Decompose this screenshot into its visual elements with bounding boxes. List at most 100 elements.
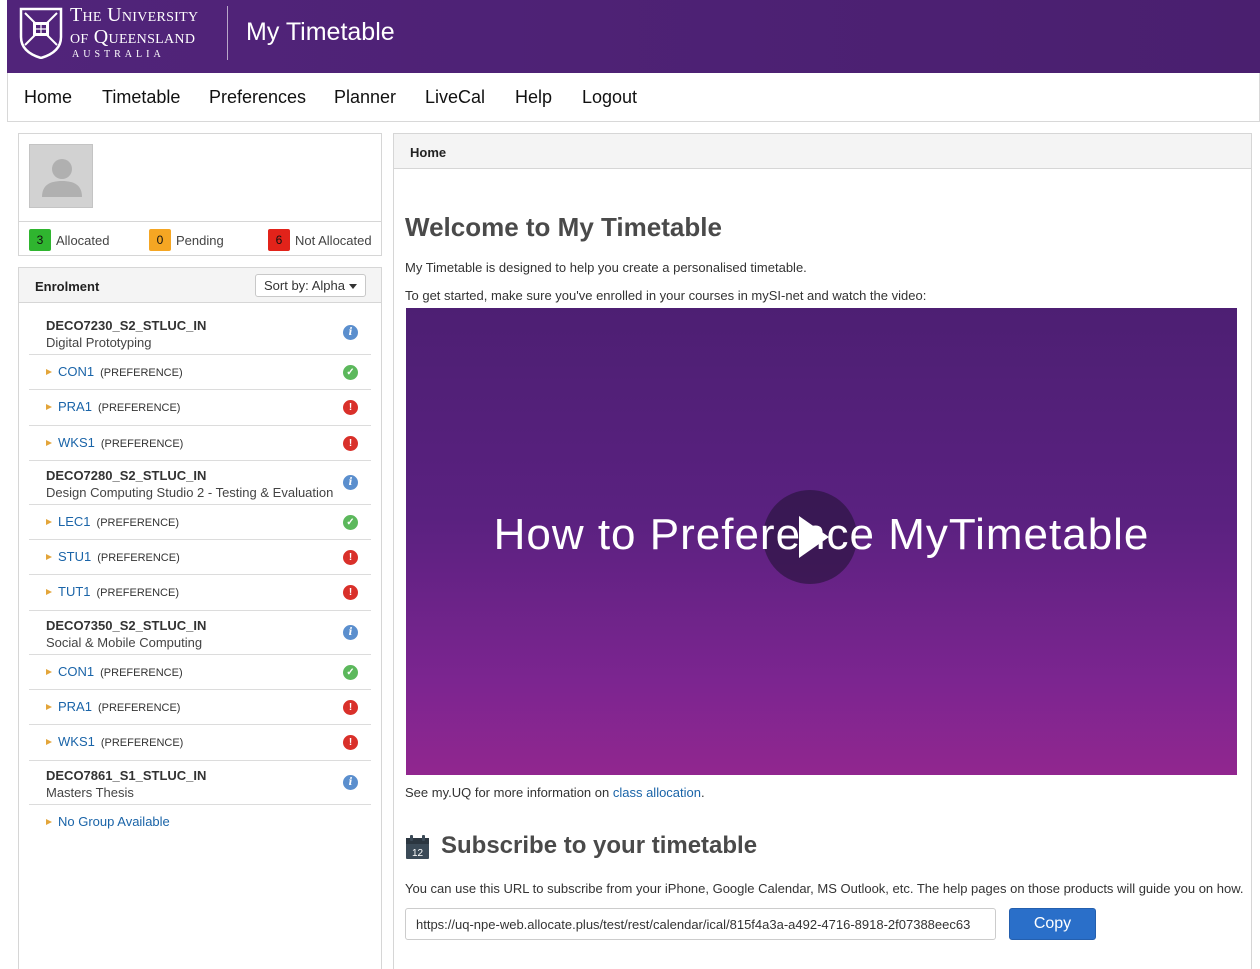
sort-label: Sort by: Alpha <box>264 278 345 293</box>
university-wordmark: The University of Queensland AUSTRALIA <box>70 4 198 60</box>
intro-text-1: My Timetable is designed to help you cre… <box>405 260 807 275</box>
breadcrumb: Home <box>394 134 1251 169</box>
intro-text-2: To get started, make sure you've enrolle… <box>405 288 927 303</box>
class-allocation-link[interactable]: class allocation <box>613 785 701 800</box>
sort-dropdown[interactable]: Sort by: Alpha <box>255 274 366 297</box>
university-crest-icon <box>19 7 63 59</box>
expand-arrow-icon <box>46 668 52 675</box>
stat-allocated[interactable]: 3 Allocated <box>29 229 109 251</box>
group-tag: (PREFERENCE) <box>97 702 181 715</box>
no-group-row[interactable]: No Group Available <box>29 805 371 839</box>
enrolment-header: Enrolment Sort by: Alpha <box>19 268 381 303</box>
course-code: DECO7280_S2_STLUC_IN <box>46 467 207 483</box>
course-row[interactable]: DECO7861_S1_STLUC_IN Masters Thesis i <box>29 761 371 805</box>
group-code: PRA1 <box>58 699 92 715</box>
course-row[interactable]: DECO7280_S2_STLUC_IN Design Computing St… <box>29 461 371 505</box>
group-tag: (PREFERENCE) <box>97 402 181 415</box>
calendar-icon: 12 <box>406 835 429 859</box>
university-name-line1: The University <box>70 4 199 26</box>
not-allocated-label: Not Allocated <box>295 232 372 248</box>
group-row[interactable]: STU1 (PREFERENCE) ! <box>29 540 371 576</box>
expand-arrow-icon <box>46 518 52 525</box>
allocated-count-badge: 3 <box>29 229 51 251</box>
header-divider <box>227 6 228 60</box>
group-row[interactable]: PRA1 (PREFERENCE) ! <box>29 690 371 726</box>
subscribe-url-input[interactable] <box>405 908 996 940</box>
see-more-suffix: . <box>701 785 705 800</box>
group-code: CON1 <box>58 663 95 679</box>
course-name: Masters Thesis <box>46 784 134 800</box>
enrolment-title: Enrolment <box>35 279 100 294</box>
enrolment-list: DECO7230_S2_STLUC_IN Digital Prototyping… <box>29 311 371 839</box>
group-code: LEC1 <box>58 513 91 529</box>
group-row[interactable]: TUT1 (PREFERENCE) ! <box>29 575 371 611</box>
breadcrumb-home: Home <box>410 145 447 160</box>
see-more-prefix: See my.UQ for more information on <box>405 785 613 800</box>
stat-pending[interactable]: 0 Pending <box>149 229 224 251</box>
university-country: AUSTRALIA <box>72 49 165 60</box>
app-header: The University of Queensland AUSTRALIA M… <box>7 0 1260 73</box>
course-row[interactable]: DECO7230_S2_STLUC_IN Digital Prototyping… <box>29 311 371 355</box>
group-code: STU1 <box>58 549 92 565</box>
group-tag: (PREFERENCE) <box>100 666 183 679</box>
tutorial-video[interactable]: How to Preference MyTimetable <box>406 308 1237 775</box>
group-row[interactable]: WKS1 (PREFERENCE) ! <box>29 426 371 461</box>
caret-down-icon <box>348 284 357 290</box>
nav-item-home[interactable]: Home <box>24 87 72 108</box>
copy-button[interactable]: Copy <box>1009 908 1096 940</box>
nav-item-timetable[interactable]: Timetable <box>102 87 180 108</box>
app-title: My Timetable <box>246 18 395 46</box>
pending-count-badge: 0 <box>149 229 171 251</box>
group-row[interactable]: PRA1 (PREFERENCE) ! <box>29 390 371 426</box>
nav-item-planner[interactable]: Planner <box>334 87 396 108</box>
group-tag: (PREFERENCE) <box>100 437 184 450</box>
expand-arrow-icon <box>46 554 52 561</box>
expand-arrow-icon <box>46 404 52 411</box>
avatar <box>29 144 93 208</box>
info-icon[interactable]: i <box>343 325 358 340</box>
group-row[interactable]: CON1 (PREFERENCE) ✓ <box>29 655 371 691</box>
group-code: PRA1 <box>58 399 92 415</box>
group-code: WKS1 <box>58 434 95 450</box>
info-icon[interactable]: i <box>343 624 358 640</box>
profile-summary: 3 Allocated 0 Pending 6 Not Allocated <box>18 133 382 256</box>
subscribe-title: Subscribe to your timetable <box>441 832 758 859</box>
group-tag: (PREFERENCE) <box>96 587 180 600</box>
group-row[interactable]: WKS1 (PREFERENCE) ! <box>29 725 371 761</box>
course-name: Social & Mobile Computing <box>46 634 203 650</box>
expand-arrow-icon <box>46 589 52 596</box>
group-tag: (PREFERENCE) <box>96 516 180 529</box>
video-title: How to Preference MyTimetable <box>493 510 1150 559</box>
expand-arrow-icon <box>46 439 52 446</box>
page-title: Welcome to My Timetable <box>405 212 722 242</box>
info-icon[interactable]: i <box>343 474 358 490</box>
nav-item-preferences[interactable]: Preferences <box>209 87 306 108</box>
main-panel: Home Welcome to My Timetable My Timetabl… <box>393 133 1252 969</box>
group-row[interactable]: CON1 (PREFERENCE) ✓ <box>29 355 371 391</box>
course-code: DECO7230_S2_STLUC_IN <box>46 318 207 333</box>
not-allocated-count-badge: 6 <box>268 229 290 251</box>
info-icon[interactable]: i <box>343 774 358 790</box>
error-icon: ! <box>343 735 358 751</box>
see-more-text: See my.UQ for more information on class … <box>405 785 705 800</box>
course-code: DECO7861_S1_STLUC_IN <box>46 767 207 783</box>
error-icon: ! <box>343 400 358 416</box>
expand-arrow-icon <box>46 704 52 711</box>
group-tag: (PREFERENCE) <box>100 737 184 750</box>
course-row[interactable]: DECO7350_S2_STLUC_IN Social & Mobile Com… <box>29 611 371 655</box>
error-icon: ! <box>343 585 358 601</box>
university-name-line2: of Queensland <box>70 26 196 48</box>
check-icon: ✓ <box>343 365 358 380</box>
stat-not-allocated[interactable]: 6 Not Allocated <box>268 229 372 251</box>
enrolment-panel: Enrolment Sort by: Alpha DECO7230_S2_STL… <box>18 267 382 969</box>
user-silhouette-icon <box>42 159 82 197</box>
nav-item-help[interactable]: Help <box>515 87 552 108</box>
group-code: CON1 <box>58 364 95 379</box>
group-tag: (PREFERENCE) <box>97 552 180 565</box>
nav-item-livecal[interactable]: LiveCal <box>425 87 485 108</box>
subscribe-description: You can use this URL to subscribe from y… <box>405 881 1244 896</box>
course-code: DECO7350_S2_STLUC_IN <box>46 617 207 633</box>
nav-item-logout[interactable]: Logout <box>582 87 637 108</box>
error-icon: ! <box>343 700 358 716</box>
group-row[interactable]: LEC1 (PREFERENCE) ✓ <box>29 505 371 541</box>
